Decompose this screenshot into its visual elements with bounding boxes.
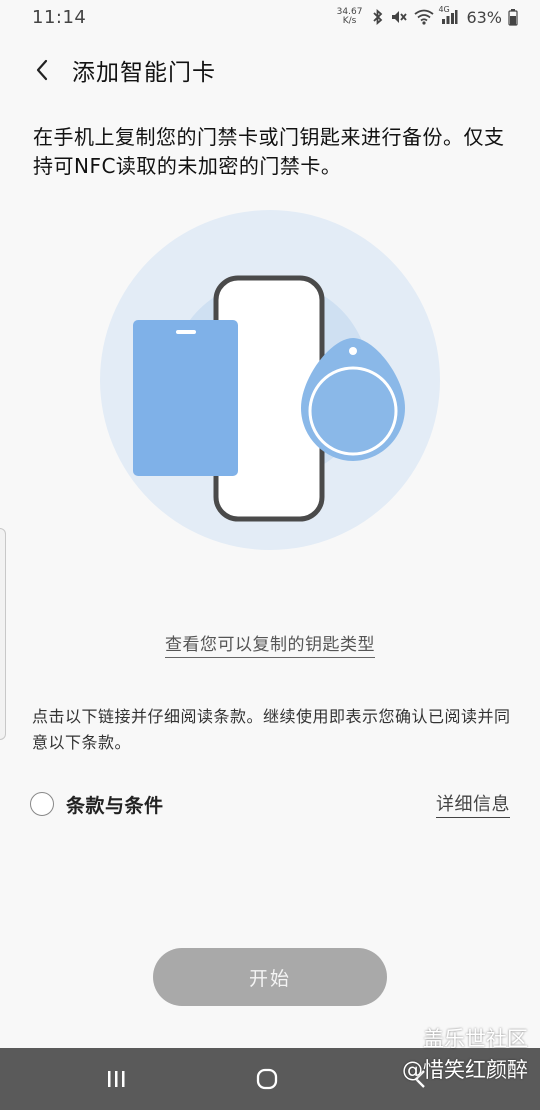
edge-panel-handle[interactable] [0, 528, 6, 740]
app-header: 添加智能门卡 [0, 44, 540, 96]
access-card-shape [133, 320, 238, 476]
key-fob-hole [349, 347, 357, 355]
bluetooth-icon [372, 9, 384, 25]
mute-icon [390, 9, 408, 25]
terms-checkbox[interactable] [30, 792, 54, 816]
page-title: 添加智能门卡 [72, 60, 216, 86]
key-types-link[interactable]: 查看您可以复制的钥匙类型 [165, 635, 375, 658]
terms-note: 点击以下链接并仔细阅读条款。继续使用即表示您确认已阅读并同意以下条款。 [32, 707, 511, 752]
battery-icon [508, 8, 518, 26]
watermark-line1: 盖乐世社区 [423, 1027, 528, 1051]
wifi-icon [414, 9, 434, 25]
intro-text: 在手机上复制您的门禁卡或门钥匙来进行备份。仅支持可NFC读取的未加密的门禁卡。 [33, 125, 505, 178]
terms-row: 条款与条件 详细信息 [30, 786, 510, 822]
start-button[interactable]: 开始 [153, 948, 387, 1006]
status-bar: 11:14 34.67 K/s 4G 63% [0, 0, 540, 34]
recents-button[interactable] [96, 1062, 136, 1096]
back-button[interactable] [22, 50, 62, 90]
watermark-line2: @惜笑红颜醉 [402, 1058, 528, 1082]
watermark: 盖乐世社区 @惜笑红颜醉 [402, 1024, 528, 1086]
status-time: 11:14 [32, 6, 87, 28]
net-speed: 34.67 K/s [337, 8, 363, 26]
key-types-link-row: 查看您可以复制的钥匙类型 [0, 630, 540, 658]
battery-percent: 63% [466, 7, 502, 27]
home-icon [256, 1068, 278, 1090]
status-icons: 34.67 K/s 4G 63% [337, 5, 518, 27]
terms-label[interactable]: 条款与条件 [66, 791, 164, 818]
net-speed-unit: K/s [342, 16, 357, 26]
details-link[interactable]: 详细信息 [436, 790, 510, 818]
home-button[interactable] [247, 1062, 287, 1096]
network-type: 4G [438, 5, 450, 14]
chevron-left-icon [36, 59, 48, 81]
nfc-card-illustration [95, 210, 445, 550]
recents-icon [108, 1071, 125, 1087]
card-slot [176, 330, 196, 334]
signal-icon: 4G [438, 5, 458, 25]
